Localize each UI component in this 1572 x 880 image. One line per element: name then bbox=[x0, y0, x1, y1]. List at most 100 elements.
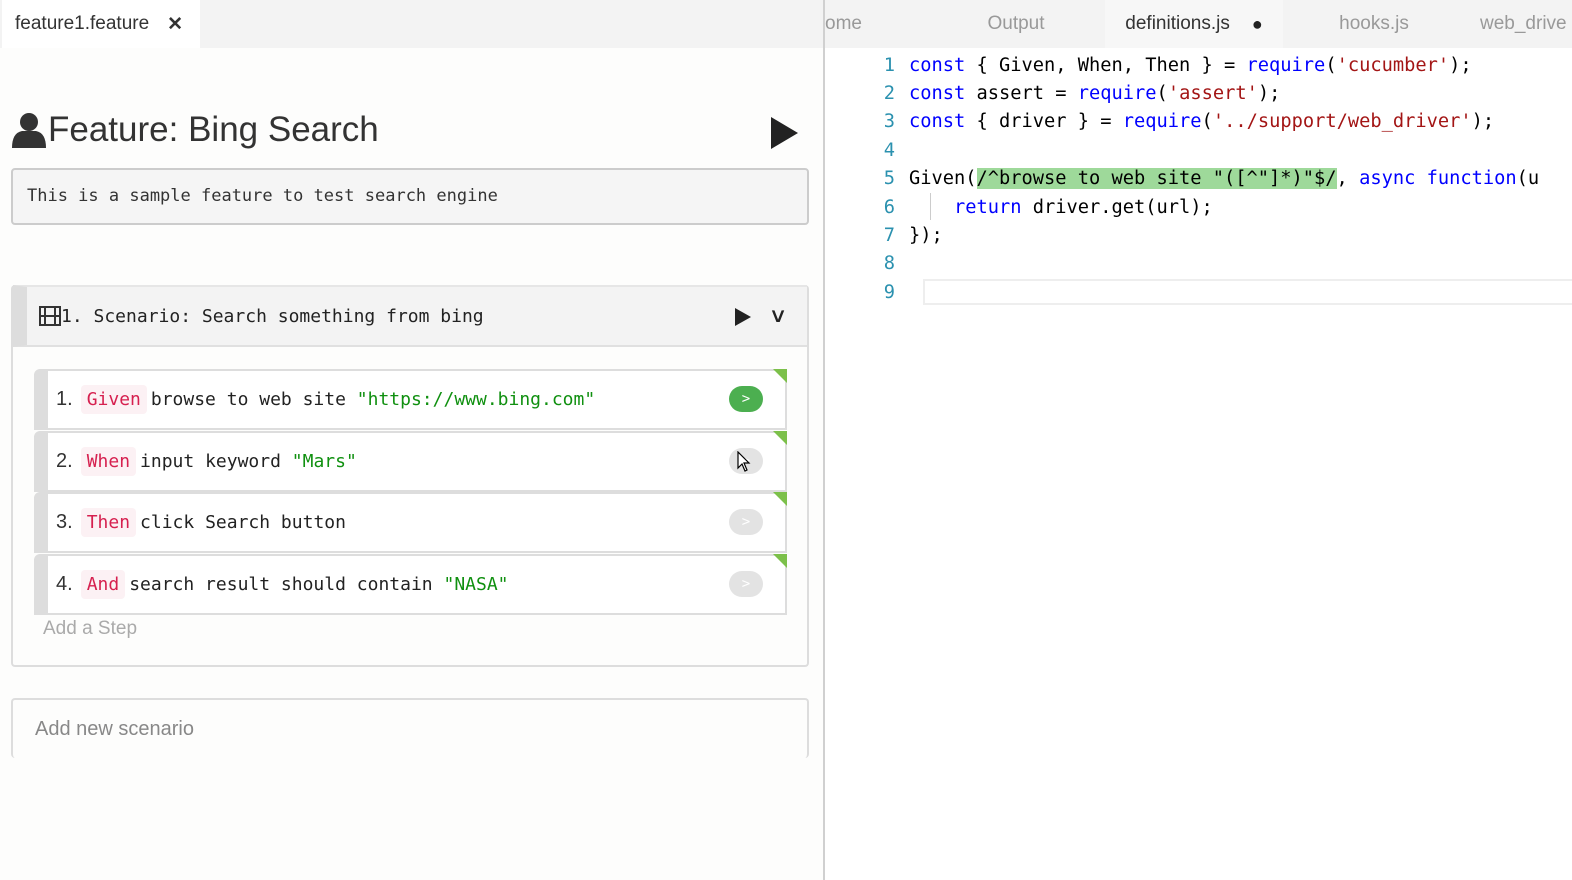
step-keyword[interactable]: Then bbox=[80, 508, 137, 537]
line-number: 2 bbox=[883, 83, 895, 105]
tab-label: feature1.feature bbox=[15, 13, 150, 34]
feature-title: Feature: Bing Search bbox=[10, 110, 379, 150]
token: ); bbox=[1471, 111, 1495, 133]
token: 'cucumber' bbox=[1336, 54, 1450, 76]
code-line: 3 const { driver } = require('../support/… bbox=[825, 108, 1539, 136]
run-step-button[interactable]: > bbox=[729, 509, 763, 535]
status-corner-icon bbox=[773, 492, 787, 506]
step-argument[interactable]: "NASA" bbox=[443, 574, 508, 595]
token: , bbox=[1336, 168, 1360, 190]
token: ); bbox=[1257, 83, 1281, 105]
tab-definitions-js[interactable]: definitions.js ● bbox=[1105, 0, 1283, 48]
scenario-header[interactable]: 1. Scenario: Search something from bing … bbox=[13, 285, 807, 347]
token: const bbox=[909, 111, 966, 133]
line-number: 7 bbox=[883, 225, 895, 247]
step-row[interactable]: 3. Then click Search button > bbox=[34, 492, 787, 553]
token: (u bbox=[1516, 168, 1540, 190]
token: '../support/web_driver' bbox=[1212, 111, 1472, 133]
left-tab-bar: feature1.feature ✕ bbox=[0, 0, 823, 48]
modified-dot-icon[interactable]: ● bbox=[1252, 14, 1263, 35]
step-number: 1. bbox=[56, 388, 73, 410]
token: async bbox=[1359, 168, 1416, 190]
token: Given( bbox=[909, 168, 977, 190]
tab-label: ome bbox=[825, 13, 862, 34]
feature-description[interactable]: This is a sample feature to test search … bbox=[11, 168, 809, 225]
regex-highlight: /^browse to web site "([^"]*)"$/ bbox=[976, 168, 1337, 190]
step-number: 2. bbox=[56, 449, 73, 472]
chevron-down-icon[interactable]: ∨ bbox=[770, 303, 787, 327]
right-tab-bar: ome Output definitions.js ● hooks.js web_… bbox=[825, 0, 1572, 48]
token: ( bbox=[1156, 83, 1168, 105]
add-scenario-input[interactable]: Add new scenario bbox=[11, 698, 809, 758]
line-number: 8 bbox=[883, 253, 895, 275]
tab-label: Output bbox=[987, 13, 1045, 34]
code-editor-pane: ome Output definitions.js ● hooks.js web_… bbox=[825, 0, 1572, 880]
step-row[interactable]: 2.Wheninput keyword "Mars"> bbox=[34, 430, 787, 492]
token: return bbox=[954, 196, 1022, 218]
close-icon[interactable]: ✕ bbox=[167, 13, 183, 36]
user-icon bbox=[12, 113, 46, 148]
step-keyword[interactable]: Given bbox=[80, 385, 147, 414]
token: require bbox=[1246, 54, 1326, 76]
code-line: 5 Given(/^browse to web site "([^"]*)"$/,… bbox=[825, 165, 1539, 193]
step-keyword[interactable]: When bbox=[80, 446, 137, 476]
line-number: 1 bbox=[883, 54, 895, 76]
token: ( bbox=[1325, 54, 1337, 76]
code-line: 7}); bbox=[825, 221, 1539, 249]
line-number: 3 bbox=[883, 111, 895, 133]
run-step-button[interactable]: > bbox=[729, 386, 763, 412]
step-text[interactable]: browse to web site bbox=[151, 389, 357, 410]
step-row[interactable]: 4. And search result should contain "NASA"… bbox=[34, 553, 787, 615]
tab-feature1[interactable]: feature1.feature ✕ bbox=[2, 0, 200, 48]
step-text[interactable]: search result should contain bbox=[129, 574, 443, 595]
tab-label: hooks.js bbox=[1339, 13, 1409, 34]
tab-web-driver[interactable]: web_drive bbox=[1465, 0, 1572, 48]
token: 'assert' bbox=[1167, 83, 1258, 105]
tab-label: definitions.js bbox=[1125, 13, 1230, 34]
step-row[interactable]: 1. Given browse to web site "https://www.b… bbox=[34, 369, 787, 430]
code-line: 9 bbox=[825, 278, 1539, 306]
line-number: 6 bbox=[883, 196, 895, 218]
mouse-cursor-icon bbox=[737, 451, 751, 472]
token: ); bbox=[1449, 54, 1472, 76]
code-line: 6 return driver.get(url); bbox=[825, 193, 1539, 221]
step-number: 4. bbox=[56, 572, 73, 595]
token: require bbox=[1122, 111, 1202, 133]
tab-home[interactable]: ome bbox=[825, 0, 925, 48]
add-step-input[interactable]: Add a Step bbox=[43, 618, 137, 640]
feature-editor-pane: feature1.feature ✕ Feature: Bing Search … bbox=[0, 0, 823, 880]
tab-label: web_drive bbox=[1480, 13, 1567, 34]
status-corner-icon bbox=[773, 430, 787, 445]
scenario-title: 1. Scenario: Search something from bing bbox=[61, 305, 484, 327]
run-step-button[interactable]: > bbox=[729, 570, 763, 597]
token: assert = bbox=[965, 83, 1078, 105]
tab-hooks-js[interactable]: hooks.js bbox=[1285, 0, 1463, 48]
run-scenario-play-icon[interactable] bbox=[735, 308, 751, 326]
code-line: 8 bbox=[825, 250, 1539, 278]
token: ( bbox=[1201, 111, 1213, 133]
token: { Given, When, Then } = bbox=[965, 54, 1247, 76]
step-keyword[interactable]: And bbox=[80, 569, 126, 599]
step-text[interactable]: click Search button bbox=[140, 512, 346, 533]
code-editor[interactable]: 1 const { Given, When, Then } = require('… bbox=[825, 51, 1539, 307]
step-text[interactable]: input keyword bbox=[140, 451, 292, 472]
step-number: 3. bbox=[56, 511, 73, 533]
token: const bbox=[909, 54, 966, 76]
token: }); bbox=[909, 225, 943, 247]
step-argument[interactable]: "https://www.bing.com" bbox=[357, 389, 595, 410]
code-line: 2 const assert = require('assert'); bbox=[825, 79, 1539, 107]
run-feature-play-icon[interactable] bbox=[771, 117, 798, 149]
tab-output[interactable]: Output bbox=[927, 0, 1105, 48]
scenario-card: 1. Scenario: Search something from bing … bbox=[11, 285, 809, 667]
code-line: 1 const { Given, When, Then } = require('… bbox=[825, 51, 1539, 79]
token: { driver } = bbox=[965, 111, 1123, 133]
code-line: 4 bbox=[825, 136, 1539, 164]
film-icon bbox=[39, 306, 61, 326]
feature-title-text: Feature: Bing Search bbox=[48, 110, 379, 149]
step-argument[interactable]: "Mars" bbox=[292, 451, 357, 472]
status-corner-icon bbox=[773, 369, 787, 383]
line-number: 9 bbox=[883, 281, 895, 303]
token: driver.get(url); bbox=[1021, 196, 1213, 218]
